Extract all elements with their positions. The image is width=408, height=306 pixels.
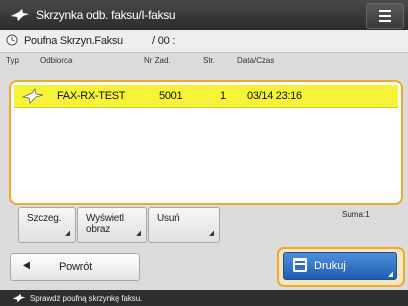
display-image-label: Wyświetl obraz <box>86 213 124 235</box>
box-name: Poufna Skrzyn.Faksu <box>24 35 123 47</box>
column-headers: Typ Odbiorca Nr Zad. Str. Data/Czas <box>0 53 408 67</box>
print-button-frame: Drukuj ◢ <box>277 247 405 287</box>
col-type: Typ <box>6 56 19 65</box>
status-message: Sprawdź poufną skrzynkę faksu. <box>30 294 143 303</box>
menu-button[interactable] <box>366 3 404 29</box>
app-title: Skrzynka odb. faksu/I-faksu <box>36 8 176 22</box>
display-image-label-line1: Wyświetl <box>86 213 124 224</box>
menu-icon-line <box>379 20 391 22</box>
row-sender: FAX-RX-TEST <box>57 90 126 102</box>
col-pages: Str. <box>203 56 216 65</box>
fax-received-icon <box>22 88 44 104</box>
box-info-row: Poufna Skrzyn.Faksu / 00 : <box>0 30 408 53</box>
delete-label: Usuń <box>157 213 180 224</box>
arrow-icon: ◢ <box>209 230 214 237</box>
arrow-icon: ◢ <box>388 271 393 278</box>
fax-bird-icon <box>12 293 26 303</box>
menu-icon-line <box>379 15 391 17</box>
col-datetime: Data/Czas <box>237 56 275 65</box>
back-button[interactable]: ◀ Powrót <box>10 253 140 281</box>
title-bar: Skrzynka odb. faksu/I-faksu <box>0 0 408 30</box>
row-datetime: 03/14 23:16 <box>247 90 302 102</box>
document-list[interactable]: FAX-RX-TEST 5001 1 03/14 23:16 <box>9 80 403 205</box>
print-icon <box>293 258 307 272</box>
row-job-no: 5001 <box>159 90 183 102</box>
box-count: / 00 : <box>152 35 176 47</box>
row-pages: 1 <box>220 90 226 102</box>
arrow-icon: ◢ <box>65 230 70 237</box>
back-label: Powrót <box>59 261 93 273</box>
print-label: Drukuj <box>314 260 346 272</box>
status-bar: Sprawdź poufną skrzynkę faksu. <box>0 290 408 306</box>
confidential-box-icon <box>6 34 18 46</box>
menu-icon <box>379 10 391 12</box>
display-image-label-line2: obraz <box>86 224 111 235</box>
print-button[interactable]: Drukuj ◢ <box>283 252 397 280</box>
details-button[interactable]: Szczeg. ◢ <box>18 207 76 243</box>
display-image-button[interactable]: Wyświetl obraz ◢ <box>77 207 147 243</box>
details-label: Szczeg. <box>27 213 62 224</box>
delete-button[interactable]: Usuń ◢ <box>148 207 220 243</box>
back-arrow-icon: ◀ <box>23 260 30 271</box>
fax-bird-icon <box>11 9 29 21</box>
col-job-no: Nr Zad. <box>144 56 171 65</box>
sum-count: Suma:1 <box>342 210 370 219</box>
arrow-icon: ◢ <box>136 230 141 237</box>
col-sender: Odbiorca <box>40 56 73 65</box>
table-row[interactable]: FAX-RX-TEST 5001 1 03/14 23:16 <box>14 85 398 108</box>
